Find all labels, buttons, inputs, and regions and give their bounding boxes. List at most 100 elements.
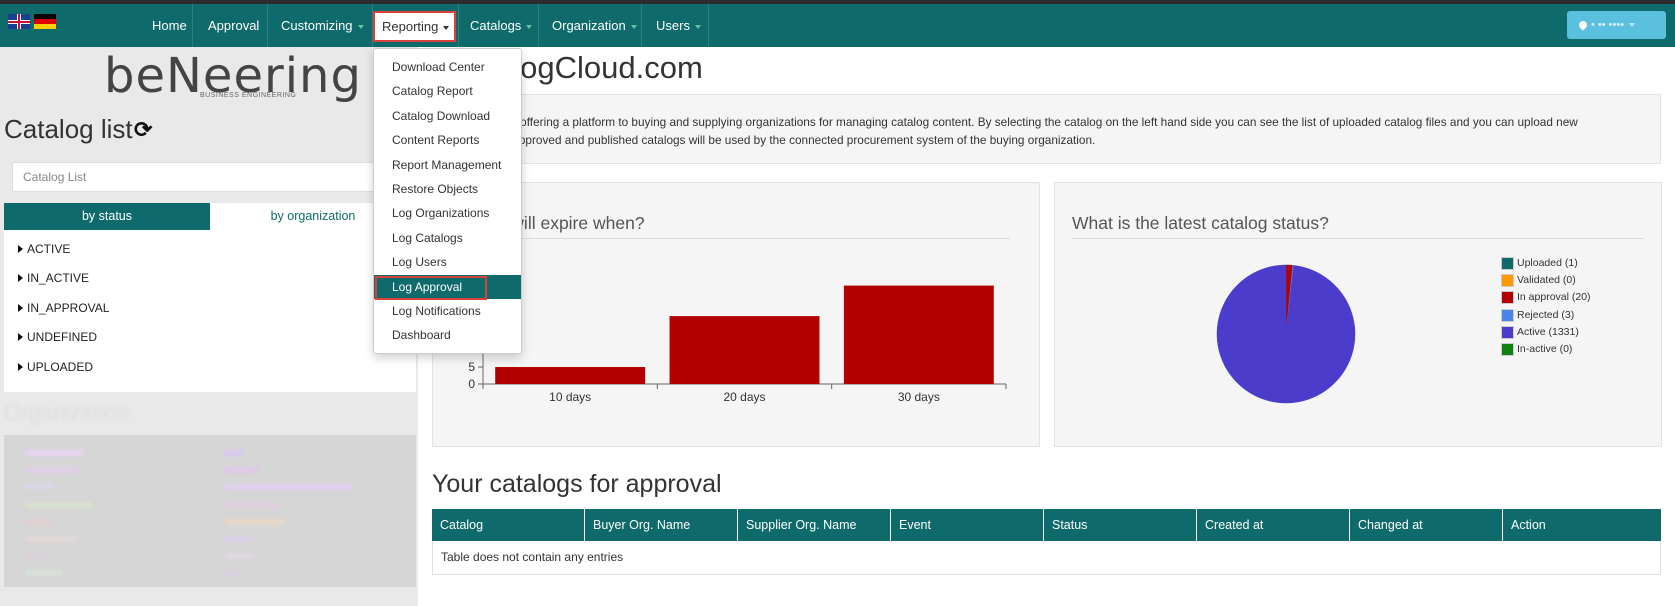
legend-label: Active (1331)	[1517, 325, 1579, 338]
legend-swatch	[1501, 308, 1514, 322]
nav-organization[interactable]: Organization	[552, 4, 637, 47]
logo-subtitle: BUSINESS ENGINEERING	[200, 92, 297, 99]
legend-item: Rejected (3)	[1501, 308, 1631, 323]
col-event[interactable]: Event	[891, 509, 1044, 541]
legend-label: Uploaded (1)	[1517, 257, 1578, 269]
expiry-chart-panel: atalogs will expire when? 0 5 10 days 20 da…	[432, 182, 1040, 447]
table-empty-row: Table does not contain any entries	[432, 541, 1661, 575]
caret-right-icon	[18, 245, 23, 253]
chevron-down-icon	[443, 25, 450, 30]
nav-divider	[267, 4, 268, 47]
catalog-list-title: Catalog list	[4, 114, 133, 144]
col-changed-at[interactable]: Changed at	[1350, 509, 1503, 541]
menu-item-log-catalogs[interactable]: Log Catalogs	[374, 226, 521, 250]
tree-item-uploaded[interactable]: UPLOADED	[18, 360, 93, 374]
y-tick-label: 0	[468, 377, 475, 391]
legend-item: In approval (20)	[1501, 291, 1631, 305]
menu-item-log-notifications[interactable]: Log Notifications	[374, 299, 521, 323]
nav-home[interactable]: Home	[152, 4, 187, 47]
nav-divider	[708, 4, 709, 47]
legend-swatch	[1501, 291, 1514, 305]
tree-item-undefined[interactable]: UNDEFINED	[18, 330, 97, 344]
menu-item-report-management[interactable]: Report Management	[374, 153, 521, 177]
legend-label: In approval (20)	[1517, 291, 1591, 304]
intro-line-1: s offering a platform to buying and supp…	[511, 115, 1578, 129]
nav-divider	[192, 4, 193, 47]
organization-details-blurred	[4, 435, 416, 587]
legend-swatch	[1501, 274, 1514, 288]
menu-item-download-center[interactable]: Download Center	[374, 55, 521, 79]
chevron-down-icon	[694, 24, 701, 29]
menu-item-catalog-report[interactable]: Catalog Report	[374, 79, 521, 103]
legend-swatch	[1501, 343, 1514, 356]
chevron-down-icon	[357, 24, 364, 29]
col-action[interactable]: Action	[1503, 509, 1661, 541]
menu-item-restore-objects[interactable]: Restore Objects	[374, 177, 521, 201]
user-icon	[1577, 19, 1589, 31]
nav-divider	[458, 4, 459, 47]
legend-item: Validated (0)	[1501, 274, 1631, 288]
legend-label: In-active (0)	[1517, 343, 1573, 355]
menu-item-content-reports[interactable]: Content Reports	[374, 128, 521, 152]
x-tick-label: 30 days	[898, 390, 940, 404]
nav-divider	[538, 4, 539, 47]
caret-right-icon	[18, 304, 23, 312]
col-supplier-org-name[interactable]: Supplier Org. Name	[738, 509, 891, 541]
menu-item-dashboard[interactable]: Dashboard	[374, 323, 521, 347]
caret-right-icon	[18, 333, 23, 341]
intro-text-box: s offering a platform to buying and supp…	[432, 94, 1661, 164]
menu-item-log-users[interactable]: Log Users	[374, 250, 521, 274]
caret-right-icon	[18, 274, 23, 282]
status-tree: ACTIVE IN_ACTIVE IN_APPROVAL UNDEFINED U…	[4, 230, 416, 392]
nav-catalogs[interactable]: Catalogs	[470, 4, 533, 47]
expiry-bar-chart: 0 5 10 days 20 days 30 days	[468, 262, 1007, 404]
nav-approval[interactable]: Approval	[208, 4, 259, 47]
col-created-at[interactable]: Created at	[1197, 509, 1350, 541]
bar-30-days	[843, 285, 994, 384]
tree-item-active[interactable]: ACTIVE	[18, 242, 70, 256]
user-menu-button[interactable]: • •• ••••	[1567, 11, 1666, 39]
nav-users[interactable]: Users	[656, 4, 701, 47]
bar-10-days	[495, 367, 646, 384]
nav-customizing[interactable]: Customizing	[281, 4, 364, 47]
menu-item-catalog-download[interactable]: Catalog Download	[374, 104, 521, 128]
menu-item-log-organizations[interactable]: Log Organizations	[374, 201, 521, 225]
page-title: alogCloud.com	[496, 50, 703, 85]
legend-swatch	[1501, 257, 1514, 270]
intro-line-2: Approved and published catalogs will be …	[511, 133, 1096, 147]
nav-reporting[interactable]: Reporting	[373, 11, 456, 42]
col-catalog[interactable]: Catalog	[432, 509, 585, 541]
reporting-dropdown-menu: Download Center Catalog Report Catalog Dow…	[373, 48, 522, 354]
chevron-down-icon	[1629, 23, 1636, 28]
x-tick-label: 20 days	[723, 390, 765, 404]
beneering-logo: beNeering BUSINESS ENGINEERING	[104, 48, 361, 104]
catalog-search-input[interactable]: Catalog List	[12, 162, 412, 192]
chevron-down-icon	[526, 24, 533, 29]
refresh-icon[interactable]: ⟳	[134, 119, 154, 141]
bar-20-days	[669, 316, 820, 384]
tree-item-in-approval[interactable]: IN_APPROVAL	[18, 301, 109, 315]
table-header: Catalog Buyer Org. Name Supplier Org. Na…	[432, 509, 1661, 541]
chevron-down-icon	[630, 24, 637, 29]
sidebar-tabs: by status by organization	[4, 203, 416, 230]
organization-title: Organization	[4, 400, 129, 425]
y-tick-label: 5	[468, 360, 475, 374]
nav-divider	[641, 4, 642, 47]
legend-swatch	[1501, 325, 1514, 339]
legend-item: Uploaded (1)	[1501, 257, 1631, 271]
tab-by-status[interactable]: by status	[4, 203, 210, 230]
log-approval-highlight	[375, 276, 487, 300]
approval-section-title: Your catalogs for approval	[432, 470, 722, 498]
uk-flag-icon[interactable]	[8, 14, 30, 29]
legend-label: Validated (0)	[1517, 274, 1576, 287]
user-name: • •• ••••	[1591, 19, 1625, 31]
x-tick-label: 10 days	[549, 390, 591, 404]
col-status[interactable]: Status	[1044, 509, 1197, 541]
legend-item: In-active (0)	[1501, 343, 1631, 357]
legend-item: Active (1331)	[1501, 325, 1631, 340]
pie-slice-active	[1216, 264, 1356, 404]
caret-right-icon	[18, 363, 23, 371]
de-flag-icon[interactable]	[34, 14, 56, 29]
col-buyer-org-name[interactable]: Buyer Org. Name	[585, 509, 738, 541]
tree-item-in-active[interactable]: IN_ACTIVE	[18, 271, 89, 285]
